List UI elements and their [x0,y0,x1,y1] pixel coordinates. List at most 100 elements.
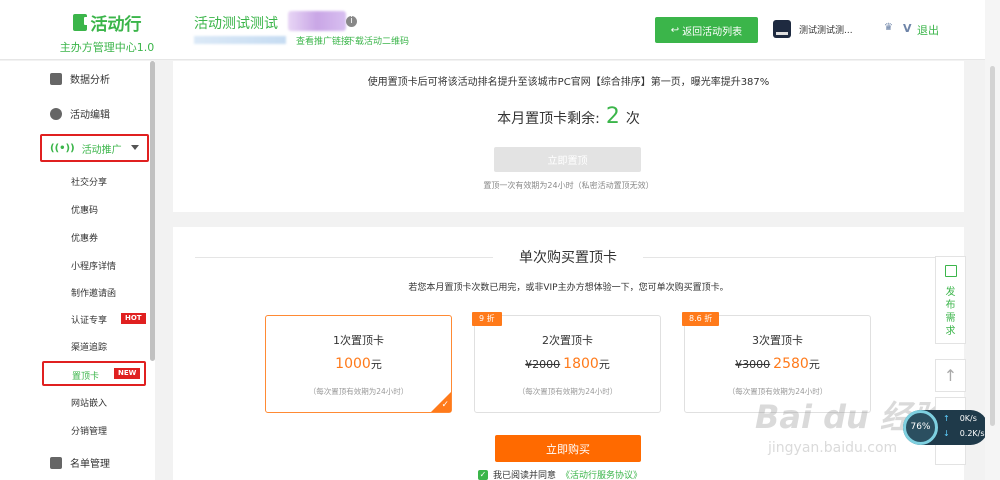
buy-card-title: 单次购买置顶卡 [493,247,643,267]
back-to-list-button[interactable]: ↩ 返回活动列表 [655,17,758,43]
arrow-up-icon: ↑ [943,414,950,423]
top-header: 活动行 主办方管理中心1.0 活动测试测试 i 查看推广链接 下载活动二维码 ↩… [0,0,1000,60]
back-button-label: 返回活动列表 [682,26,743,38]
qr-download-link[interactable]: 下载活动二维码 [346,34,409,47]
new-badge: NEW [114,368,141,379]
download-speed: ↓ 0.2K/s [943,429,985,438]
sidebar-subitem-social[interactable]: 社交分享 [71,175,107,188]
remaining-value: 2 [605,104,620,129]
package-name: 2次置顶卡 [542,334,593,347]
publish-char: 发 [945,287,956,298]
arrow-up-icon: ↑ [943,366,958,385]
price-unit: 元 [598,358,610,371]
package-option-1[interactable]: 1次置顶卡 1000元 （每次置顶有效期为24小时） ✓ [265,315,452,413]
crown-icon: ♛ [884,22,893,33]
network-percent: 76% [903,410,938,445]
publish-char: 布 [945,300,956,311]
price-amount: 2580 [773,356,809,372]
check-icon: ✓ [441,400,449,410]
user-name[interactable]: 测试测试测... [799,23,853,36]
scrollbar-thumb[interactable] [990,66,995,426]
package-price: ¥3000 2580元 [685,356,870,372]
sidebar-item-edit[interactable]: 活动编辑 [50,106,110,121]
price-unit: 元 [808,358,820,371]
event-title: 活动测试测试 [194,16,278,32]
logo-icon [72,14,89,31]
remaining-count: 本月置顶卡剩余: 2 次 [173,104,964,129]
caret-down-icon [131,145,139,150]
back-arrow-icon: ↩ [670,24,680,36]
sidebar-item-analytics[interactable]: 数据分析 [50,71,110,86]
package-option-2[interactable]: 9 折 2次置顶卡 ¥2000 1800元 （每次置顶有效期为24小时） [472,312,661,413]
remaining-label: 本月置顶卡剩余: [497,111,600,127]
service-agreement-link[interactable]: 《活动行服务协议》 [561,468,642,480]
package-name: 3次置顶卡 [752,334,803,347]
chart-icon [50,72,62,85]
sidebar-scrollbar[interactable] [150,61,155,361]
price-amount: 1800 [563,356,599,372]
edit-icon [50,107,62,120]
sidebar-item-label: 名单管理 [70,459,110,470]
sidebar-item-attendees[interactable]: 名单管理 [50,455,110,470]
upload-value: 0K/s [959,414,977,423]
sidebar-subitem-verified[interactable]: 认证专享 [71,313,107,326]
original-price: ¥3000 [735,358,771,371]
package-note: （每次置顶有效期为24小时） [308,387,409,396]
agreement-text: 我已阅读并同意 [493,471,557,480]
top-card-notice: 使用置顶卡后可将该活动排名提升至该城市PC官网【综合排序】第一页，曝光率提升38… [367,77,770,88]
sidebar-item-label: 数据分析 [70,75,110,86]
download-value: 0.2K/s [959,429,985,438]
sidebar-subitem-label: 置顶卡 [72,372,100,382]
apply-top-button[interactable]: 立即置顶 [494,147,641,172]
publish-char: 需 [945,313,956,324]
watermark-url: jingyan.baidu.com [768,440,898,456]
package-note: （每次置顶有效期为24小时） [517,387,618,396]
agreement-row: ✓ 我已阅读并同意 《活动行服务协议》 [478,468,642,480]
page-scrollbar[interactable] [985,0,1000,480]
hot-badge: HOT [121,313,146,324]
price-unit: 元 [370,358,382,371]
buy-now-button[interactable]: 立即购买 [495,435,641,462]
sidebar-item-label: 活动推广 [81,144,122,156]
discount-tag: 9 折 [472,312,502,326]
sidebar-item-label: 活动编辑 [70,110,110,121]
sidebar-subitem-embed[interactable]: 网站嵌入 [71,396,107,409]
logout-link[interactable]: 退出 [917,22,939,38]
info-icon[interactable]: i [346,16,357,27]
publish-request-button[interactable]: 发 布 需 求 [935,256,966,344]
package-price: 1000元 [266,356,451,372]
blurred-info [288,11,346,31]
discount-tag: 8.6 折 [682,312,720,326]
sidebar-subitem-coupon[interactable]: 优惠券 [71,231,98,244]
network-speed-widget[interactable]: 76% ↑ 0K/s ↓ 0.2K/s [903,410,988,445]
top-card-panel: 使用置顶卡后可将该活动排名提升至该城市PC官网【综合排序】第一页，曝光率提升38… [173,61,964,212]
sidebar-subitem-coupon-code[interactable]: 优惠码 [71,203,98,216]
top-card-note: 置顶一次有效期为24小时（私密活动置顶无效） [483,181,654,190]
sidebar-subitem-channel[interactable]: 渠道追踪 [71,340,107,353]
sidebar-item-promotion[interactable]: ((•)) 活动推广 [40,134,149,162]
package-price: ¥2000 1800元 [475,356,660,372]
upload-speed: ↑ 0K/s [943,414,977,423]
sidebar-subitem-miniprogram[interactable]: 小程序详情 [71,259,116,272]
logo-name: 活动行 [90,15,142,35]
promo-link[interactable]: 查看推广链接 [296,34,350,47]
agreement-checkbox[interactable]: ✓ [478,469,488,480]
sidebar-subitem-distribution[interactable]: 分销管理 [71,424,107,437]
arrow-down-icon: ↓ [943,429,950,438]
sidebar: 数据分析 活动编辑 ((•)) 活动推广 社交分享 优惠码 优惠券 小程序详情 … [0,61,155,480]
logo-subtitle: 主办方管理中心1.0 [59,41,155,54]
remaining-unit: 次 [625,111,640,127]
original-price: ¥2000 [525,358,561,371]
sidebar-subitem-invitation[interactable]: 制作邀请函 [71,286,116,299]
back-to-top-button[interactable]: ↑ [935,359,966,392]
list-icon [50,456,62,469]
avatar[interactable] [773,20,791,38]
broadcast-icon: ((•)) [50,142,75,154]
publish-char: 求 [945,326,956,337]
sidebar-subitem-top-card[interactable]: 置顶卡 NEW [42,361,146,386]
price-amount: 1000 [335,356,371,372]
blurred-url [194,36,286,44]
vip-badge: V [903,22,912,35]
publish-request-label: 发 布 需 求 [936,286,965,338]
logo[interactable]: 活动行 主办方管理中心1.0 [52,10,162,55]
